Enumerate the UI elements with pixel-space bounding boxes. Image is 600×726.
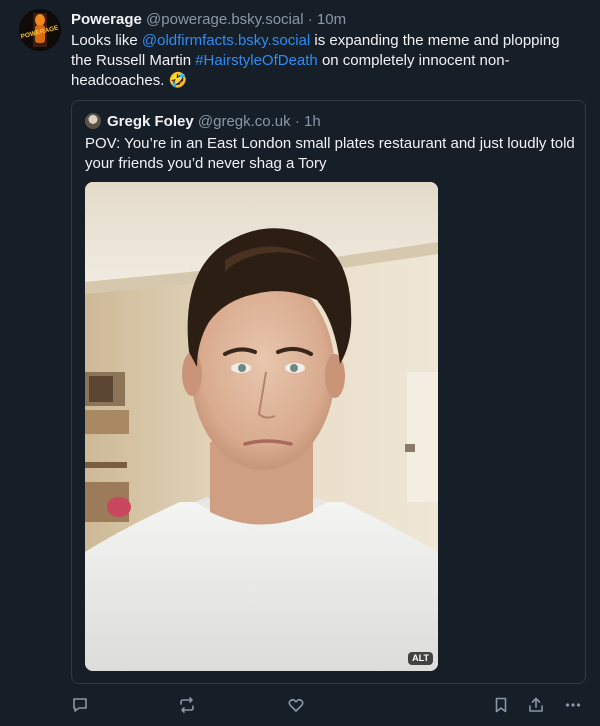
quote-header: Gregk Foley @gregk.co.uk · 1h [85,112,321,132]
alt-text-badge[interactable]: ALT [408,652,433,665]
quote-post-card[interactable]: Gregk Foley @gregk.co.uk · 1h POV: You’r… [71,100,586,684]
more-icon [565,703,581,707]
post-content: Powerage @powerage.bsky.social · 10m Loo… [71,10,583,91]
mention-link[interactable]: @oldfirmfacts.bsky.social [142,32,310,49]
share-button[interactable] [524,693,548,717]
quote-author-avatar[interactable] [85,113,101,129]
quote-author-handle[interactable]: @gregk.co.uk [198,113,291,130]
repost-button[interactable] [175,693,199,717]
post-text-part1: Looks like [71,32,142,49]
post-header: Powerage @powerage.bsky.social · 10m [71,10,583,30]
bookmark-button[interactable] [489,693,513,717]
heart-icon [288,698,304,712]
author-display-name[interactable]: Powerage [71,11,142,28]
bookmark-icon [495,697,507,713]
post-actions [0,693,600,717]
author-handle[interactable]: @powerage.bsky.social [146,11,304,28]
author-avatar[interactable]: POWERAGE [19,9,61,51]
separator-dot: · [307,11,313,28]
post-time[interactable]: 10m [317,11,346,28]
quote-text: POV: You’re in an East London small plat… [85,135,575,172]
more-options-button[interactable] [561,693,585,717]
selfie-photo [85,182,438,671]
repost-icon [180,697,194,713]
quote-time[interactable]: 1h [304,113,321,130]
reply-button[interactable] [68,693,92,717]
reply-icon [73,698,87,712]
quote-separator-dot: · [294,113,300,130]
like-button[interactable] [284,693,308,717]
quote-author-display-name[interactable]: Gregk Foley [107,113,194,130]
emoji-rofl: 🤣 [168,72,188,89]
hashtag-link[interactable]: #HairstyleOfDeath [195,52,318,69]
quote-image[interactable]: ALT [85,182,438,671]
share-icon [529,697,543,712]
post-text: Looks like @oldfirmfacts.bsky.social is … [71,31,583,91]
post: POWERAGE Powerage @powerage.bsky.social … [0,0,600,726]
